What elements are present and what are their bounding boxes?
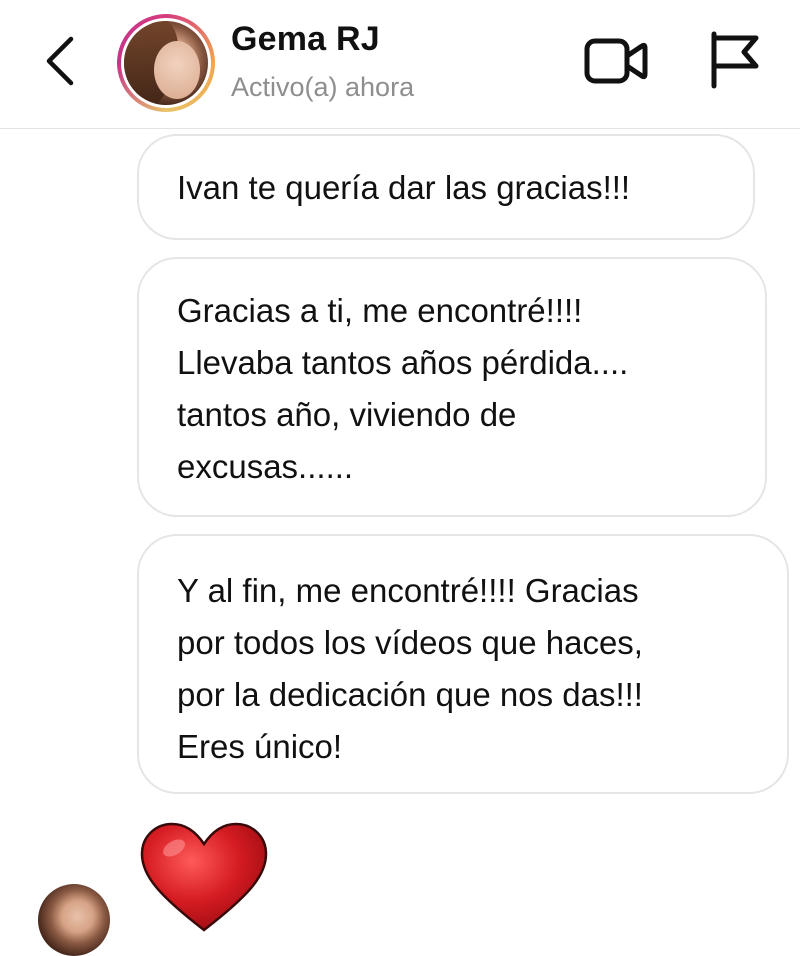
- chat-header: Gema RJ Activo(a) ahora: [0, 0, 800, 129]
- message-bubble[interactable]: Y al fin, me encontré!!!! Gracias por to…: [137, 534, 789, 794]
- sender-avatar[interactable]: [38, 884, 110, 956]
- avatar-photo: [124, 21, 208, 105]
- flag-icon: [711, 31, 759, 89]
- heart-icon[interactable]: [140, 822, 268, 934]
- back-button[interactable]: [36, 34, 84, 88]
- video-call-button[interactable]: [584, 34, 648, 88]
- message-bubble[interactable]: Ivan te quería dar las gracias!!!: [137, 134, 755, 240]
- chevron-left-icon: [46, 36, 74, 86]
- contact-avatar[interactable]: [117, 14, 215, 112]
- report-button[interactable]: [708, 30, 762, 90]
- contact-status: Activo(a) ahora: [231, 72, 415, 102]
- message-bubble[interactable]: Gracias a ti, me encontré!!!! Llevaba ta…: [137, 257, 767, 517]
- video-camera-icon: [584, 38, 648, 84]
- contact-name[interactable]: Gema RJ: [231, 20, 380, 59]
